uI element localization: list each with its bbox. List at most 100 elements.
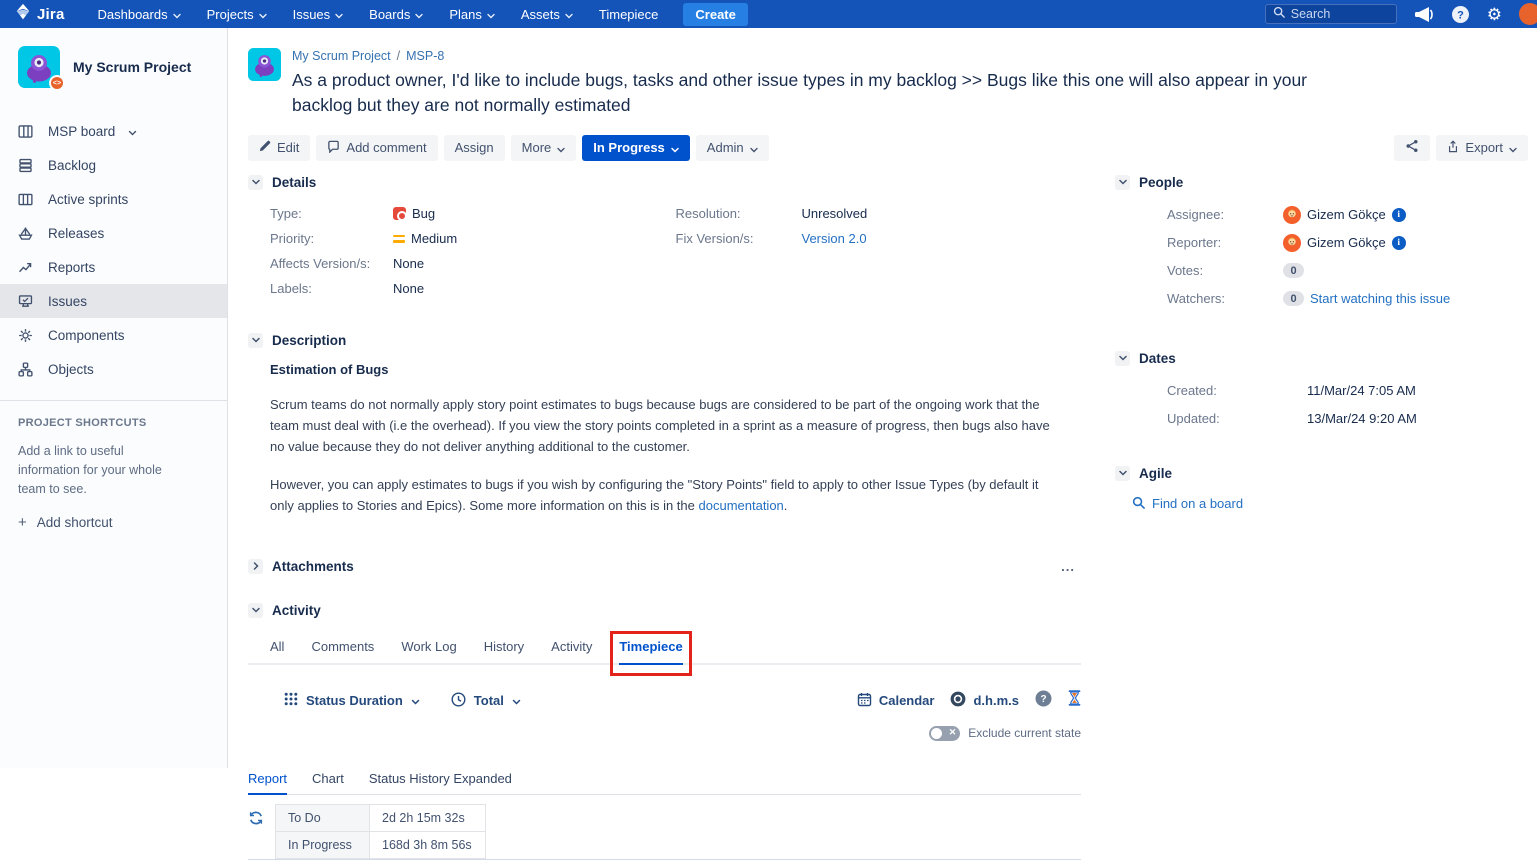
sidebar-item-issues[interactable]: Issues [0,284,227,318]
issues-icon [15,293,35,310]
breadcrumb-project-link[interactable]: My Scrum Project [292,49,391,63]
project-avatar[interactable]: <> [18,46,60,88]
more-button[interactable]: More [511,135,577,161]
status-duration-report: To Do 2d 2h 15m 32s In Progress 168d 3h … [248,804,1081,859]
project-shortcuts-header: PROJECT SHORTCUTS [18,417,209,429]
expand-chevron-icon[interactable] [248,559,263,574]
collapse-chevron-icon[interactable] [1115,351,1130,366]
jira-logo[interactable]: Jira [14,3,65,26]
affects-versions-value: None [393,256,424,271]
type-label: Type: [270,206,393,221]
global-search[interactable] [1265,4,1397,24]
status-duration-table: To Do 2d 2h 15m 32s In Progress 168d 3h … [275,804,486,859]
sprints-icon [15,191,35,208]
help-icon[interactable]: ? [1451,5,1470,24]
sidebar-item-reports[interactable]: Reports [0,250,227,284]
nav-dashboards[interactable]: Dashboards [87,0,192,28]
user-avatar[interactable] [1519,3,1537,25]
sidebar-item-components[interactable]: Components [0,318,227,352]
fix-versions-label: Fix Version/s: [676,231,802,246]
status-transition-button[interactable]: In Progress [582,135,690,161]
admin-button[interactable]: Admin [696,135,769,161]
breadcrumb-issue-key-link[interactable]: MSP-8 [406,49,444,63]
info-icon[interactable]: i [1392,208,1406,222]
start-watching-link[interactable]: Start watching this issue [1310,291,1450,306]
tab-all[interactable]: All [270,639,284,663]
nav-assets[interactable]: Assets [510,0,584,28]
add-comment-button[interactable]: Add comment [316,135,437,161]
exclude-current-state-toggle[interactable]: ✕ [929,726,960,741]
chart-icon [15,259,35,276]
fix-version-link[interactable]: Version 2.0 [802,231,867,246]
refresh-icon[interactable] [248,810,264,831]
chevron-down-icon [1509,141,1517,156]
collapse-chevron-icon[interactable] [248,175,263,190]
nav-plans[interactable]: Plans [438,0,506,28]
report-type-dropdown[interactable]: Status Duration [284,692,420,710]
issue-type-avatar [248,48,281,81]
status-label: In Progress [593,140,665,155]
export-button[interactable]: Export [1436,135,1528,161]
find-on-board-link[interactable]: Find on a board [1152,496,1243,511]
collapse-chevron-icon[interactable] [1115,175,1130,190]
people-header: People [1139,175,1183,190]
announcements-icon[interactable] [1414,6,1434,23]
nav-issues[interactable]: Issues [282,0,355,28]
create-button[interactable]: Create [683,3,747,26]
nav-timepiece[interactable]: Timepiece [588,0,669,28]
chevron-down-icon [173,7,181,22]
timepiece-help-icon[interactable]: ? [1035,690,1052,712]
reporter-link[interactable]: Gizem Gökçe [1307,235,1386,250]
assign-button[interactable]: Assign [444,135,505,161]
field-resolution: Resolution: Unresolved [676,206,1082,222]
sidebar-item-active-sprints[interactable]: Active sprints [0,182,227,216]
sidebar-item-backlog[interactable]: Backlog [0,148,227,182]
find-on-board-row: Find on a board [1115,496,1529,512]
duration-cell: 2d 2h 15m 32s [370,804,486,831]
sidebar-item-board[interactable]: MSP board [0,114,227,148]
collapse-chevron-icon[interactable] [248,603,263,618]
tab-timepiece[interactable]: Timepiece [619,639,682,663]
nav-projects[interactable]: Projects [196,0,278,28]
assign-button-label: Assign [455,140,494,155]
sidebar-item-objects[interactable]: Objects [0,352,227,386]
resolution-label: Resolution: [676,206,802,221]
nav-boards[interactable]: Boards [358,0,434,28]
share-button[interactable] [1394,135,1430,161]
votes-badge[interactable]: 0 [1283,263,1304,278]
assignee-link[interactable]: Gizem Gökçe [1307,207,1386,222]
tab-history[interactable]: History [484,639,524,663]
collapse-chevron-icon[interactable] [1115,466,1130,481]
sidebar-item-releases[interactable]: Releases [0,216,227,250]
search-input[interactable] [1291,7,1389,21]
type-value: Bug [412,206,435,221]
details-header: Details [272,175,316,190]
tab-activity[interactable]: Activity [551,639,592,663]
svg-text:?: ? [1457,9,1464,21]
watchers-badge[interactable]: 0 [1283,291,1304,306]
project-shortcuts-section: PROJECT SHORTCUTS Add a link to useful i… [0,401,227,531]
gear-icon[interactable]: ⚙ [1487,6,1502,23]
subtab-report[interactable]: Report [248,771,287,794]
attachments-more-icon[interactable]: ... [1055,559,1081,574]
info-icon[interactable]: i [1392,236,1406,250]
tab-comments[interactable]: Comments [311,639,374,663]
updated-label: Updated: [1167,411,1307,426]
collapse-chevron-icon[interactable] [248,333,263,348]
total-dropdown[interactable]: Total [451,692,521,710]
documentation-link[interactable]: documentation [699,498,784,513]
details-section: Details Type: Bug Priority: Medium A [248,175,1081,306]
subtab-chart[interactable]: Chart [312,771,344,794]
timepiece-toolbar: Status Duration Total Calendar [248,690,1081,712]
nav-issues-label: Issues [293,7,331,22]
tab-work-log[interactable]: Work Log [401,639,456,663]
edit-button[interactable]: Edit [248,135,310,161]
subtab-status-history-expanded[interactable]: Status History Expanded [369,771,512,794]
add-comment-button-label: Add comment [346,140,426,155]
nav-boards-label: Boards [369,7,410,22]
duration-format-button[interactable]: d.h.m.s [950,691,1019,710]
calendar-button[interactable]: Calendar [857,692,935,710]
components-icon [15,327,35,344]
hourglass-icon[interactable] [1068,690,1081,711]
add-shortcut-button[interactable]: + Add shortcut [18,514,209,531]
